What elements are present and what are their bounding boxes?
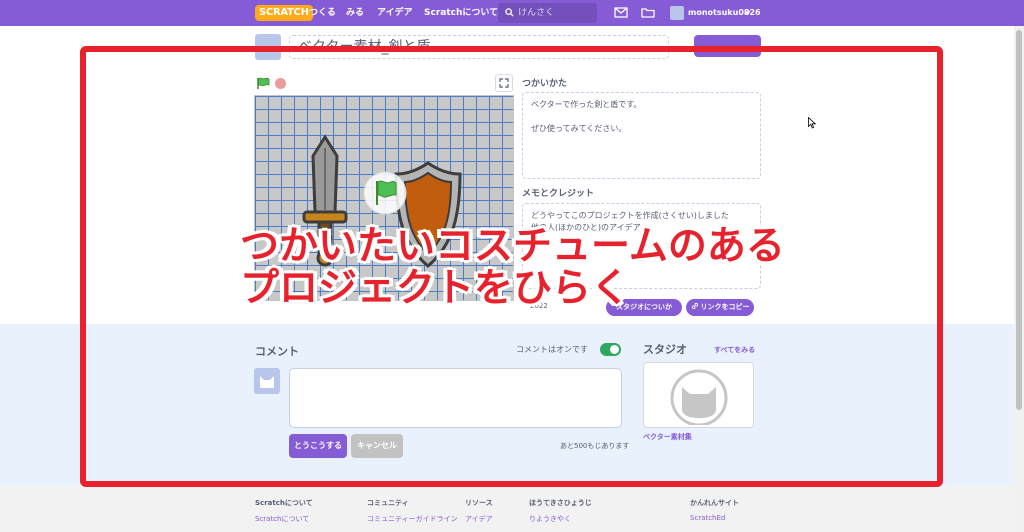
nav-ideas[interactable]: アイデア	[377, 0, 413, 26]
my-stuff-folder-icon[interactable]	[641, 7, 655, 18]
footer	[0, 486, 1014, 532]
annotation-caption-line-2: プロジェクトをひらく	[240, 266, 631, 311]
footer-heading-about: Scratchについて	[255, 499, 313, 507]
scratch-logo[interactable]: SCRATCH	[255, 5, 313, 21]
user-avatar[interactable]	[670, 6, 684, 20]
footer-heading-community: コミュニティ	[367, 499, 409, 507]
messages-icon[interactable]	[614, 7, 628, 18]
footer-link-terms[interactable]: りようきやく	[529, 514, 571, 524]
footer-link-scratched[interactable]: ScratchEd	[690, 514, 725, 522]
footer-link-about[interactable]: Scratchについて	[255, 514, 309, 524]
search-bar[interactable]	[498, 3, 597, 23]
scrollbar-thumb[interactable]	[1016, 30, 1022, 410]
nav-explore[interactable]: みる	[346, 0, 364, 26]
footer-link-ideas[interactable]: アイデア	[465, 514, 493, 524]
footer-heading-resources: リソース	[465, 499, 493, 507]
search-icon	[505, 8, 514, 17]
footer-heading-related: かんれんサイト	[690, 499, 739, 507]
footer-heading-legal: ほうてきさひょうじ	[529, 499, 592, 507]
chevron-down-icon[interactable]	[744, 10, 751, 15]
footer-link-guidelines[interactable]: コミュニティーガイドライン	[367, 514, 458, 524]
annotation-caption-line-1: つかいたいコスチュームのある	[240, 224, 785, 269]
nav-create[interactable]: つくる	[309, 0, 336, 26]
nav-about[interactable]: Scratchについて	[424, 0, 498, 26]
search-input[interactable]	[518, 5, 592, 21]
